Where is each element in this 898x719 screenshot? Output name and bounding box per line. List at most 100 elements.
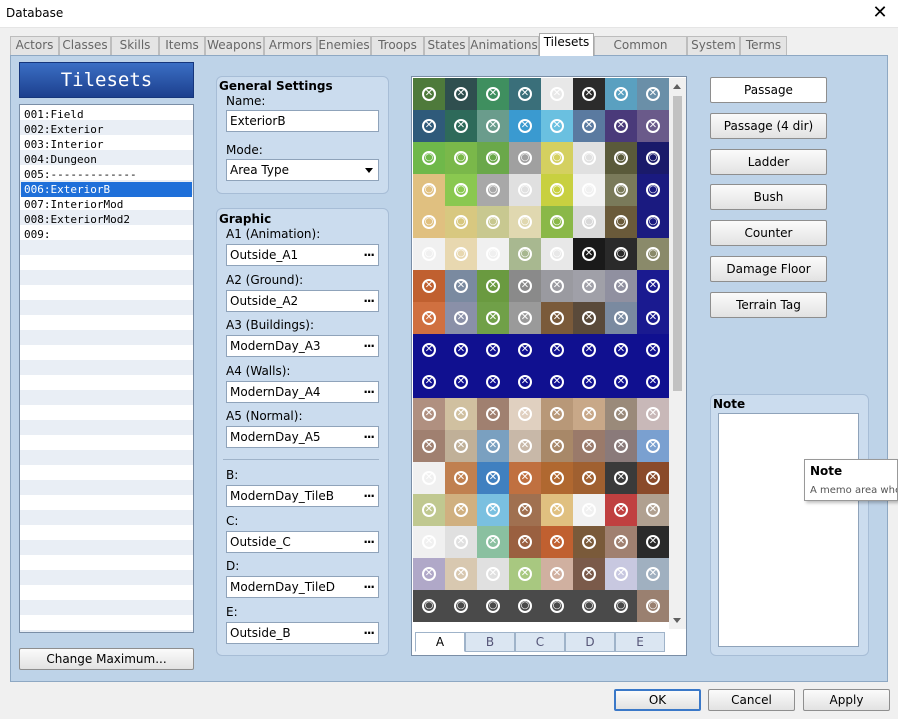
tile[interactable]: ○ (445, 238, 477, 270)
tile[interactable]: ✕ (509, 494, 541, 526)
tile[interactable]: ✕ (509, 78, 541, 110)
tile[interactable]: ✕ (541, 558, 573, 590)
tab-animations[interactable]: Animations (469, 36, 539, 55)
tile[interactable]: ○ (605, 142, 637, 174)
tile[interactable]: ✕ (445, 110, 477, 142)
flag-button-ladder[interactable]: Ladder (710, 148, 827, 175)
tile[interactable]: ○ (477, 238, 509, 270)
tile[interactable]: ○ (477, 174, 509, 206)
tile[interactable]: ○ (445, 590, 477, 622)
tile[interactable]: ✕ (605, 302, 637, 334)
tab-system[interactable]: System (687, 36, 740, 55)
tile[interactable]: ✕ (605, 110, 637, 142)
flag-button-passage[interactable]: Passage (710, 77, 827, 103)
tile[interactable]: ✕ (509, 558, 541, 590)
tile[interactable]: ✕ (573, 558, 605, 590)
browse-icon[interactable]: ··· (363, 577, 375, 597)
tile[interactable]: ✕ (413, 302, 445, 334)
tile[interactable]: ✕ (509, 110, 541, 142)
browse-icon[interactable]: ··· (363, 245, 375, 265)
tile[interactable]: ✕ (413, 78, 445, 110)
tile[interactable]: ✕ (413, 494, 445, 526)
tile[interactable]: ✕ (605, 398, 637, 430)
tile[interactable]: ○ (541, 590, 573, 622)
tile[interactable]: ✕ (573, 334, 605, 366)
tile[interactable]: ✕ (477, 430, 509, 462)
tab-terms[interactable]: Terms (740, 36, 787, 55)
tileset-item[interactable]: 004:Dungeon (21, 152, 192, 167)
tile[interactable]: ✕ (445, 334, 477, 366)
tile[interactable]: ○ (509, 590, 541, 622)
tile[interactable]: ✕ (605, 366, 637, 398)
tile[interactable]: ○ (477, 590, 509, 622)
change-maximum-button[interactable]: Change Maximum... (19, 648, 194, 670)
tile[interactable]: ✕ (509, 462, 541, 494)
tile[interactable]: ✕ (541, 302, 573, 334)
tile[interactable]: ✕ (637, 558, 669, 590)
graphic-file-field[interactable]: ModernDay_A4 ··· (226, 380, 379, 403)
graphic-file-field[interactable]: Outside_B ··· (226, 621, 379, 644)
tab-enemies[interactable]: Enemies (317, 36, 371, 55)
tile[interactable]: ✕ (445, 78, 477, 110)
tile-tab-d[interactable]: D (565, 632, 615, 652)
tile[interactable]: ✕ (573, 366, 605, 398)
scroll-up-icon[interactable] (673, 84, 681, 89)
apply-button[interactable]: Apply (803, 689, 890, 711)
tile[interactable]: ✕ (637, 398, 669, 430)
tile[interactable]: ✕ (477, 398, 509, 430)
tile[interactable]: ✕ (541, 270, 573, 302)
tile[interactable]: ○ (445, 174, 477, 206)
browse-icon[interactable]: ··· (363, 291, 375, 311)
cancel-button[interactable]: Cancel (708, 689, 795, 711)
tab-states[interactable]: States (424, 36, 469, 55)
browse-icon[interactable]: ··· (363, 532, 375, 552)
graphic-file-field[interactable]: Outside_C ··· (226, 530, 379, 553)
tile[interactable]: ✕ (605, 334, 637, 366)
tile[interactable]: ✕ (413, 558, 445, 590)
tile[interactable]: ✕ (477, 526, 509, 558)
tile[interactable]: ✕ (605, 270, 637, 302)
tile[interactable]: ✕ (509, 430, 541, 462)
tile[interactable]: ✕ (413, 334, 445, 366)
flag-button-bush[interactable]: Bush (710, 184, 827, 211)
tile[interactable]: ✕ (605, 494, 637, 526)
tile[interactable]: ✕ (573, 494, 605, 526)
mode-select[interactable]: Area Type (226, 159, 379, 181)
tile[interactable]: ✕ (605, 526, 637, 558)
tile[interactable]: ✕ (509, 526, 541, 558)
tile-scrollbar[interactable] (669, 78, 686, 629)
tileset-item[interactable]: 002:Exterior (21, 122, 192, 137)
tileset-item[interactable]: 009: (21, 227, 192, 242)
flag-button-terrain-tag[interactable]: Terrain Tag (710, 291, 827, 318)
flag-button-damage-floor[interactable]: Damage Floor (710, 256, 827, 282)
tile[interactable]: ✕ (605, 462, 637, 494)
graphic-file-field[interactable]: Outside_A1 ··· (226, 244, 379, 266)
close-icon[interactable]: ✕ (862, 0, 898, 28)
tile-tab-a[interactable]: A (415, 632, 465, 652)
tile[interactable]: ✕ (445, 558, 477, 590)
tile[interactable]: ○ (637, 206, 669, 238)
tile[interactable]: ✕ (477, 334, 509, 366)
tile[interactable]: ✕ (573, 462, 605, 494)
tile[interactable]: ✕ (637, 494, 669, 526)
tile[interactable]: ✕ (509, 302, 541, 334)
tile[interactable]: ○ (413, 206, 445, 238)
tile[interactable]: ✕ (637, 302, 669, 334)
flag-button-passage-4-dir[interactable]: Passage (4 dir) (710, 112, 827, 139)
tile[interactable]: ○ (445, 206, 477, 238)
tile[interactable]: ✕ (573, 430, 605, 462)
tab-common-events[interactable]: Common Events (594, 36, 687, 69)
tile[interactable]: ○ (637, 238, 669, 270)
browse-icon[interactable]: ··· (363, 336, 375, 356)
tile[interactable]: ○ (509, 142, 541, 174)
tile[interactable]: ○ (413, 590, 445, 622)
tab-troops[interactable]: Troops (371, 36, 424, 55)
tile[interactable]: ○ (509, 174, 541, 206)
tile[interactable]: ○ (477, 206, 509, 238)
tile[interactable]: ✕ (573, 270, 605, 302)
tile[interactable]: ○ (541, 174, 573, 206)
tile[interactable]: ✕ (541, 398, 573, 430)
tile[interactable]: ✕ (605, 430, 637, 462)
tile[interactable]: ✕ (637, 526, 669, 558)
ok-button[interactable]: OK (614, 689, 701, 711)
